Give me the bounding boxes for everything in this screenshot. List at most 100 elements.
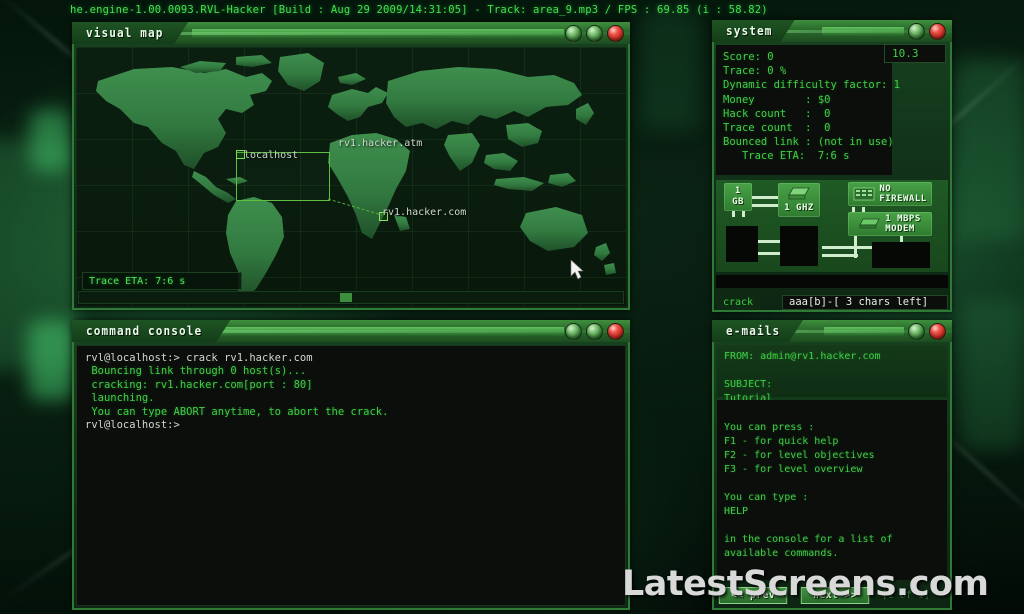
visual-map-title: visual map	[86, 26, 164, 40]
ram-size-line1: 1	[735, 186, 741, 196]
bg-decoration	[0, 140, 80, 370]
world-map-canvas[interactable]: localhost rv1.hacker.atm rv1.hacker.com …	[76, 47, 626, 306]
system-title-tab: system	[712, 20, 795, 42]
console-line: You can type ABORT anytime, to abort the…	[85, 405, 389, 418]
system-tracecount-line: Trace count : 0	[723, 122, 831, 135]
system-readout: Score: 0 Trace: 0 % Dynamic difficulty f…	[716, 45, 901, 175]
map-trace-eta-text: Trace ETA: 7:6 s	[89, 275, 186, 287]
email-next-button[interactable]: next >>	[801, 586, 870, 604]
hardware-board: 1 GB 1 GHZ NO FIREWALL 1 MBPS MODEM	[716, 180, 948, 272]
system-score-line: Score: 0	[723, 51, 774, 63]
console-line: launching.	[85, 392, 155, 405]
bg-decoration	[28, 320, 74, 400]
email-body-line: F2 - for level objectives	[724, 450, 875, 461]
bg-decoration	[30, 110, 70, 172]
console-output-area[interactable]: rvl@localhost:> crack rv1.hacker.com Bou…	[76, 345, 626, 606]
maximize-button-icon[interactable]	[586, 25, 603, 42]
ram-size-line2: GB	[732, 197, 744, 207]
cpu-speed-label: 1 GHZ	[784, 202, 814, 213]
map-trace-eta: Trace ETA: 7:6 s	[82, 272, 242, 290]
email-body-line: You can press :	[724, 422, 815, 433]
system-bouncedlink-line: Bounced link : (not in use)	[723, 136, 894, 149]
console-line: Bouncing link through 0 host(s)...	[85, 365, 307, 378]
email-prev-button[interactable]: << prev	[718, 586, 788, 604]
emails-title-tab: e-mails	[712, 320, 803, 342]
email-body: . You can press : F1 - for quick help F2…	[717, 400, 947, 580]
system-money-line: Money : $0	[723, 93, 831, 106]
firewall-status-icon[interactable]: NO FIREWALL	[848, 182, 932, 206]
titlebar-ribbon	[822, 27, 904, 36]
minimize-button-icon[interactable]	[908, 23, 925, 40]
titlebar-ribbon	[824, 327, 904, 336]
console-window-buttons	[565, 323, 624, 340]
minimize-button-icon[interactable]	[565, 323, 582, 340]
system-window-buttons	[908, 23, 946, 40]
system-titlebar[interactable]: system	[712, 20, 952, 42]
maximize-button-icon[interactable]	[586, 323, 603, 340]
close-button-icon[interactable]	[929, 23, 946, 40]
console-titlebar[interactable]: command console	[72, 320, 630, 342]
top-status-bar: he.engine-1.00.0093.RVL-Hacker [Build : …	[0, 0, 1024, 20]
emails-titlebar[interactable]: e-mails	[712, 320, 952, 342]
crack-progress-field[interactable]: aaa[b]-[ 3 chars left]	[782, 294, 948, 310]
system-title: system	[726, 24, 773, 38]
visual-map-window-buttons	[565, 25, 624, 42]
email-body-line: available commands.	[724, 548, 839, 559]
titlebar-ribbon	[192, 29, 564, 38]
ram-chip-icon[interactable]: 1 GB	[724, 183, 752, 211]
minimize-button-icon[interactable]	[565, 25, 582, 42]
system-window: system Score: 0 Trace: 0 % Dynamic diffi…	[712, 20, 952, 312]
map-node-label-com[interactable]: rv1.hacker.com	[382, 207, 466, 218]
firewall-line2: FIREWALL	[879, 194, 927, 204]
engine-status-text: he.engine-1.00.0093.RVL-Hacker [Build : …	[70, 4, 768, 16]
system-value-badge: 10.3	[884, 44, 946, 63]
cpu-chip-icon[interactable]: 1 GHZ	[778, 183, 820, 217]
email-body-line: HELP	[724, 506, 749, 517]
game-window: he.engine-1.00.0093.RVL-Hacker [Build : …	[0, 0, 1024, 614]
board-trace	[822, 254, 858, 257]
mouse-cursor-icon	[570, 260, 584, 280]
modem-line2: MODEM	[885, 224, 915, 234]
emails-title: e-mails	[726, 324, 781, 338]
console-title-tab: command console	[72, 320, 230, 342]
system-traceeta-line: Trace ETA: 7:6 s	[723, 150, 850, 163]
system-badge-text: 10.3	[892, 47, 919, 60]
board-slot	[726, 226, 758, 262]
email-body-line: in the console for a list of	[724, 534, 893, 545]
titlebar-ribbon	[192, 327, 564, 336]
system-difficulty-line: Dynamic difficulty factor: 1	[723, 79, 901, 92]
minimize-button-icon[interactable]	[908, 323, 925, 340]
map-node-label-localhost[interactable]: localhost	[244, 150, 298, 161]
cpu-glyph-icon	[788, 187, 810, 199]
bg-decoration	[640, 10, 700, 130]
console-body: rvl@localhost:> crack rv1.hacker.com Bou…	[76, 345, 626, 606]
map-horizontal-scrollbar[interactable]	[78, 291, 624, 304]
map-node-label-atm[interactable]: rv1.hacker.atm	[338, 138, 422, 149]
email-navigation: << prev next >> [1 of 1]	[717, 584, 947, 606]
world-map-graphic	[96, 53, 616, 297]
visual-map-body: localhost rv1.hacker.atm rv1.hacker.com …	[76, 47, 626, 306]
close-button-icon[interactable]	[607, 323, 624, 340]
console-line: rvl@localhost:> crack rv1.hacker.com	[85, 352, 313, 364]
console-prompt-line[interactable]: rvl@localhost:>	[85, 419, 617, 432]
email-from: FROM: admin@rv1.hacker.com	[724, 351, 881, 362]
emails-window: e-mails FROM: admin@rv1.hacker.com . SUB…	[712, 320, 952, 610]
crack-input-row: crack aaa[b]-[ 3 chars left]	[716, 294, 948, 310]
command-console-window: command console rvl@localhost:> crack rv…	[72, 320, 630, 610]
crack-label: crack	[716, 294, 760, 310]
system-trace-line: Trace: 0 %	[723, 65, 787, 78]
visual-map-titlebar[interactable]: visual map	[72, 22, 630, 44]
email-body-line: F3 - for level overview	[724, 464, 863, 475]
modem-glyph-icon	[859, 218, 880, 229]
firewall-line1: NO	[879, 184, 892, 194]
map-scrollbar-thumb[interactable]	[340, 293, 353, 302]
close-button-icon[interactable]	[607, 25, 624, 42]
console-line: cracking: rv1.hacker.com[port : 80]	[85, 378, 313, 391]
modem-line1: 1 MBPS	[885, 214, 921, 224]
close-button-icon[interactable]	[929, 323, 946, 340]
board-slot	[780, 226, 818, 266]
email-subject-label: SUBJECT:	[724, 379, 773, 390]
email-body-line: You can type :	[724, 492, 809, 503]
modem-status-icon[interactable]: 1 MBPS MODEM	[848, 212, 932, 236]
emails-window-buttons	[908, 323, 946, 340]
